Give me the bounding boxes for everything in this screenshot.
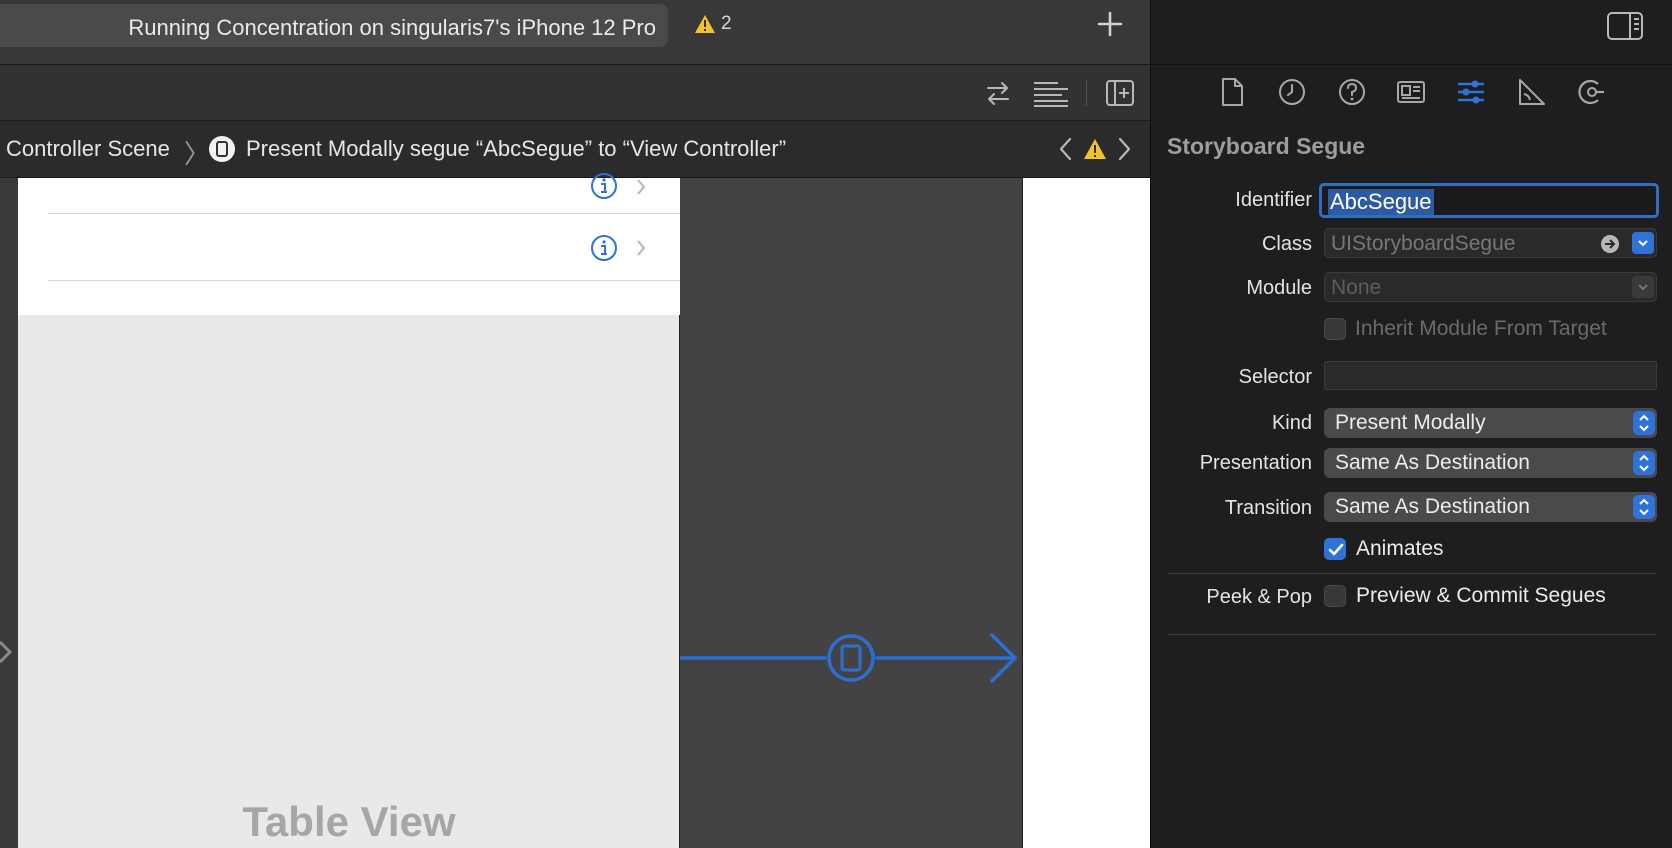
kind-popup-arrows <box>1633 411 1655 435</box>
related-items-icon[interactable] <box>982 78 1014 108</box>
animates-option[interactable]: Animates <box>1324 537 1444 561</box>
checkmark-icon <box>1328 543 1344 556</box>
warning-indicator[interactable]: 2 <box>694 13 732 35</box>
view-controller-scene[interactable] <box>1022 178 1150 848</box>
presentation-label: Presentation <box>1199 452 1312 474</box>
chevron-down-icon <box>1638 284 1648 291</box>
chevron-right-icon[interactable] <box>1113 135 1135 163</box>
section-divider <box>1167 573 1657 574</box>
table-view-label: Table View <box>242 798 456 845</box>
segue-connection[interactable] <box>680 618 1022 718</box>
identifier-label: Identifier <box>1235 189 1312 211</box>
presentation-value: Same As Destination <box>1335 451 1530 474</box>
file-inspector-icon[interactable] <box>1217 76 1247 108</box>
identity-inspector-icon[interactable] <box>1396 76 1426 108</box>
toolbar-divider <box>1086 80 1087 106</box>
breadcrumb-separator: 〉 <box>184 139 211 169</box>
warning-count: 2 <box>721 13 732 34</box>
segue-icon <box>209 136 235 162</box>
info-icon[interactable] <box>590 234 618 262</box>
presentation-popup-arrows <box>1633 451 1655 475</box>
peek-pop-option[interactable]: Preview & Commit Segues <box>1324 584 1606 608</box>
disclosure-chevron-icon <box>637 179 646 195</box>
peek-pop-label: Peek & Pop <box>1206 586 1312 608</box>
editor-tab-bar <box>0 65 1150 121</box>
table-cell[interactable] <box>18 214 680 281</box>
jump-bar: Controller Scene 〉 Present Modally segue… <box>0 121 1150 178</box>
go-to-class-icon[interactable] <box>1600 234 1620 254</box>
module-dropdown-button[interactable] <box>1632 276 1654 298</box>
toggle-inspector-icon[interactable] <box>1606 10 1644 42</box>
inherit-module-option[interactable]: Inherit Module From Target <box>1324 316 1607 342</box>
warning-icon <box>695 15 715 33</box>
table-cell[interactable] <box>18 281 680 315</box>
section-title: Storyboard Segue <box>1167 133 1366 159</box>
class-label: Class <box>1261 233 1312 255</box>
inspector-panel: Storyboard Segue Identifier AbcSegue Cla… <box>1150 0 1672 848</box>
attributes-inspector-icon[interactable] <box>1456 76 1486 108</box>
canvas-background <box>680 178 1022 848</box>
breadcrumb-scene[interactable]: Controller Scene <box>6 136 170 162</box>
class-placeholder: UIStoryboardSegue <box>1331 232 1516 255</box>
class-dropdown-button[interactable] <box>1632 232 1654 254</box>
inherit-module-checkbox[interactable] <box>1324 318 1346 340</box>
table-cell[interactable] <box>18 173 680 214</box>
kind-label: Kind <box>1271 412 1312 434</box>
canvas-left-edge <box>0 178 18 848</box>
quick-help-icon[interactable] <box>1337 76 1367 108</box>
chevron-down-icon <box>1638 240 1648 247</box>
entry-arrow-icon <box>0 640 13 664</box>
module-field[interactable]: None <box>1324 272 1657 302</box>
presentation-popup[interactable]: Same As Destination <box>1324 448 1657 478</box>
identifier-field[interactable]: AbcSegue <box>1319 183 1659 218</box>
chevron-left-icon[interactable] <box>1055 135 1077 163</box>
chevron-up-down-icon <box>1639 498 1649 516</box>
add-icon[interactable] <box>1092 6 1128 42</box>
transition-label: Transition <box>1224 497 1312 519</box>
history-inspector-icon[interactable] <box>1277 76 1307 108</box>
editor-options-icon[interactable] <box>1032 78 1070 108</box>
add-editor-icon[interactable] <box>1104 78 1136 108</box>
kind-popup[interactable]: Present Modally <box>1324 408 1657 438</box>
preview-commit-checkbox[interactable] <box>1324 585 1346 607</box>
connections-inspector-icon[interactable] <box>1576 76 1606 108</box>
selector-label: Selector <box>1238 366 1312 388</box>
transition-value: Same As Destination <box>1335 495 1530 518</box>
animates-checkbox[interactable] <box>1324 538 1346 560</box>
activity-status-text: Running Concentration on singularis7's i… <box>128 15 656 40</box>
window-toolbar: Running Concentration on singularis7's i… <box>0 0 1150 65</box>
inspector-divider <box>1151 64 1672 65</box>
table-view-scene[interactable]: Table View <box>18 173 680 848</box>
selector-field[interactable] <box>1324 361 1657 390</box>
size-inspector-icon[interactable] <box>1516 76 1546 108</box>
preview-commit-label: Preview & Commit Segues <box>1356 584 1606 607</box>
module-label: Module <box>1246 277 1312 299</box>
editor-area: Running Concentration on singularis7's i… <box>0 0 1150 848</box>
transition-popup[interactable]: Same As Destination <box>1324 492 1657 522</box>
class-field[interactable]: UIStoryboardSegue <box>1324 228 1657 258</box>
transition-popup-arrows <box>1633 495 1655 519</box>
chevron-up-down-icon <box>1639 454 1649 472</box>
identifier-value: AbcSegue <box>1328 189 1434 215</box>
kind-value: Present Modally <box>1335 411 1486 434</box>
inherit-module-label: Inherit Module From Target <box>1355 317 1607 340</box>
activity-status: Running Concentration on singularis7's i… <box>0 4 668 47</box>
chevron-up-down-icon <box>1639 414 1649 432</box>
storyboard-canvas[interactable]: Table View <box>0 173 1150 848</box>
disclosure-chevron-icon <box>637 240 646 256</box>
module-placeholder: None <box>1331 276 1382 299</box>
animates-label: Animates <box>1356 537 1444 560</box>
info-icon[interactable] <box>590 172 618 200</box>
breadcrumb-segue[interactable]: Present Modally segue “AbcSegue” to “Vie… <box>246 136 786 162</box>
issue-warning-icon[interactable] <box>1083 137 1107 161</box>
section-divider <box>1167 634 1657 635</box>
